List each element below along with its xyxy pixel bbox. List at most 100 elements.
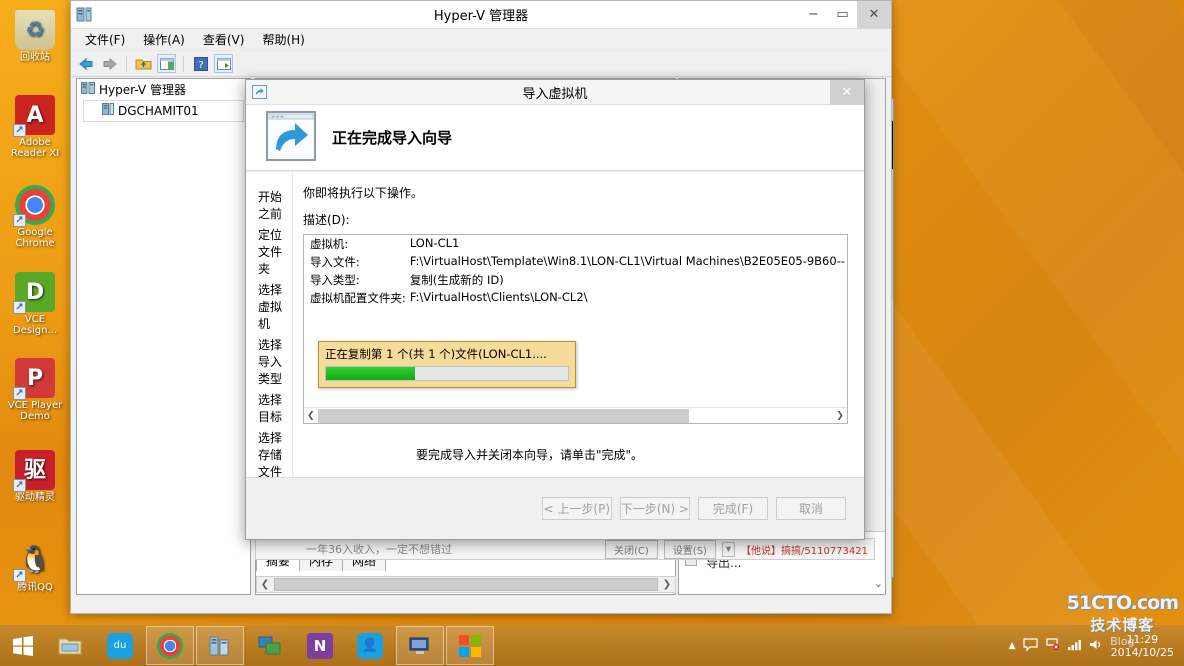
baidu-netdisk-icon: du — [107, 632, 133, 659]
adobe-reader-icon: A ↗ — [13, 95, 55, 137]
taskbar-windows-store[interactable] — [446, 626, 494, 665]
wizard-details-box[interactable]: 虚拟机: LON-CL1 导入文件: F:\VirtualHost\Template\… — [302, 234, 848, 424]
hyperv-titlebar[interactable]: Hyper-V 管理器 − ▭ ✕ — [71, 0, 891, 29]
qq-popup-fragment[interactable]: 一年36入收入，一定不想错过 关闭(C) 设置(S) ▾ 【他说】搞搞/5110… — [255, 538, 875, 560]
wizard-step-开始之前[interactable]: 开始之前 — [250, 186, 292, 224]
taskbar-vm-connect[interactable] — [396, 626, 444, 665]
run-icon[interactable] — [214, 54, 233, 73]
detail-value: F:\VirtualHost\Clients\LON-CL2\ — [409, 290, 588, 304]
server-icon — [71, 7, 97, 22]
taskbar-file-explorer[interactable] — [46, 626, 94, 665]
tree-node-dgchamit01[interactable]: DGCHAMIT01 — [83, 100, 244, 122]
back-arrow-icon[interactable] — [77, 54, 96, 73]
taskbar-remote-desktop[interactable] — [246, 626, 294, 665]
taskbar-google-chrome[interactable] — [146, 626, 194, 665]
detail-value: 复制(生成新的 ID) — [409, 273, 504, 287]
svg-text:?: ? — [198, 60, 203, 71]
desktop-icon-label: 回收站 — [20, 52, 50, 63]
signal-icon[interactable] — [1067, 638, 1082, 654]
wallpaper-band-3 — [1000, 0, 1184, 666]
desktop-icon-label: VCE Design... — [12, 314, 58, 336]
details-scroll-thumb[interactable] — [317, 408, 689, 423]
desktop-icon-google-chrome[interactable]: ↗ Google Chrome — [2, 185, 68, 249]
wizard-details-table: 虚拟机: LON-CL1 导入文件: F:\VirtualHost\Template\… — [304, 235, 847, 307]
wizard-step-选择目标[interactable]: 选择目标 — [250, 389, 292, 427]
finish-button[interactable]: 完成(F) — [698, 497, 768, 520]
taskbar-qq-messenger[interactable]: 👤 — [346, 626, 394, 665]
details-scroll-left-arrow[interactable]: ❮ — [304, 411, 318, 421]
details-scroll-track[interactable] — [317, 408, 833, 423]
maximize-button[interactable]: ▭ — [828, 1, 857, 29]
menu-item-查看v[interactable]: 查看(V) — [195, 29, 253, 50]
shortcut-overlay-icon: ↗ — [13, 569, 26, 582]
wizard-step-定位文件夹[interactable]: 定位文件夹 — [250, 224, 292, 279]
minimize-button[interactable]: − — [799, 1, 828, 29]
desktop-icon-recycle-bin[interactable]: ♻ 回收站 — [2, 10, 68, 63]
qq-popup-ad-text: 【他说】搞搞/5110773421 — [741, 545, 868, 557]
hyperv-menubar[interactable]: 文件(F) 操作(A) 查看(V) 帮助(H) — [71, 29, 891, 51]
tree-root-node[interactable]: Hyper-V 管理器 — [77, 79, 250, 100]
remote-desktop-icon — [257, 633, 283, 659]
wizard-footer[interactable]: < 上一步(P) 下一步(N) > 完成(F) 取消 — [246, 477, 864, 539]
taskbar-onenote[interactable]: N — [296, 626, 344, 665]
close-button[interactable]: ✕ — [857, 0, 891, 29]
next-button[interactable]: 下一步(N) > — [619, 497, 690, 520]
google-chrome-icon: ↗ — [13, 185, 55, 227]
wizard-step-list[interactable]: 开始之前定位文件夹选择虚拟机选择导入类型选择目标选择存储文件夹摘要 — [246, 172, 293, 520]
help-icon[interactable]: ? — [191, 54, 210, 73]
detail-row: 虚拟机: LON-CL1 — [304, 235, 847, 253]
toolbar-separator-1 — [126, 55, 127, 72]
qq-popup-dropdown-button[interactable]: ▾ — [721, 541, 735, 557]
hyperv-window-title: Hyper-V 管理器 — [433, 9, 529, 24]
previous-button[interactable]: < 上一步(P) — [541, 497, 612, 520]
qq-popup-close-button[interactable]: 关闭(C) — [605, 539, 658, 559]
desktop-icon-adobe-reader[interactable]: A ↗ Adobe Reader XI — [2, 95, 68, 159]
windows-start-icon[interactable] — [0, 625, 46, 666]
show-pane-icon[interactable] — [157, 54, 176, 73]
desktop-icon-tencent-qq[interactable]: 🐧 ↗ 腾讯QQ — [2, 540, 68, 593]
scroll-left-arrow[interactable]: ❮ — [257, 579, 273, 590]
show-hidden-icon[interactable]: ▲ — [1009, 641, 1016, 651]
desktop-icon-vce-designer[interactable]: D ↗ VCE Design... — [2, 272, 68, 336]
import-vm-wizard-dialog[interactable]: 导入虚拟机 ✕ 正在完成导入向导 开始之前 定位文件夹 选择虚拟机 选择导入类型 选择目… — [245, 79, 865, 540]
menu-item-操作a[interactable]: 操作(A) — [135, 29, 193, 50]
hyperv-toolbar[interactable]: ? — [71, 51, 891, 77]
taskbar-items[interactable]: du N 👤 — [46, 626, 494, 665]
qq-popup-settings-button[interactable]: 设置(S) — [663, 539, 716, 559]
menu-item-文件f[interactable]: 文件(F) — [77, 29, 133, 50]
volume-icon[interactable] — [1089, 638, 1104, 654]
shortcut-overlay-icon: ↗ — [13, 124, 26, 137]
copy-progress-fill — [325, 367, 416, 380]
desktop-icon-driver-genius[interactable]: 驱 ↗ 驱动精灵 — [2, 450, 68, 503]
scroll-right-arrow[interactable]: ❯ — [659, 579, 675, 590]
hyperv-navigation-tree[interactable]: Hyper-V 管理器 DGCHAMIT01 — [76, 78, 251, 595]
desktop-icon-vce-player[interactable]: P ↗ VCE Player Demo — [2, 358, 68, 422]
forward-arrow-icon[interactable] — [100, 54, 119, 73]
shortcut-overlay-icon: ↗ — [13, 214, 26, 227]
watermark-line1: 51CTO.com — [1066, 592, 1179, 614]
system-tray[interactable]: ▲ 11:29 2014/10/25 — [1009, 633, 1184, 659]
detail-row: 导入类型: 复制(生成新的 ID) — [304, 271, 847, 289]
network-flag-icon[interactable] — [1045, 637, 1060, 654]
detail-label: 导入文件: — [309, 255, 360, 269]
wizard-step-选择虚拟机[interactable]: 选择虚拟机 — [250, 279, 292, 334]
chevron-down-icon[interactable]: ⌄ — [874, 577, 883, 590]
details-horizontal-scrollbar[interactable]: ❮ ❯ — [303, 407, 847, 423]
wizard-step-选择导入类型[interactable]: 选择导入类型 — [250, 334, 292, 389]
hyperv-horizontal-scrollbar[interactable]: ❮ ❯ — [256, 576, 676, 593]
taskbar-baidu-netdisk[interactable]: du — [96, 626, 144, 665]
detail-value: F:\VirtualHost\Template\Win8.1\LON-CL1\V… — [409, 254, 845, 268]
action-center-icon[interactable] — [1022, 637, 1038, 654]
file-explorer-icon — [57, 633, 83, 659]
menu-item-帮助h[interactable]: 帮助(H) — [254, 29, 312, 50]
up-folder-icon[interactable] — [134, 54, 153, 73]
taskbar-clock[interactable]: 11:29 2014/10/25 — [1111, 633, 1178, 659]
wizard-titlebar[interactable]: 导入虚拟机 ✕ — [246, 79, 864, 105]
taskbar[interactable]: du N 👤 ▲ 11:29 2014/10/25 — [0, 625, 1184, 666]
scroll-thumb[interactable] — [274, 578, 658, 591]
taskbar-hyperv-manager[interactable] — [196, 626, 244, 665]
tree-root-label: Hyper-V 管理器 — [99, 83, 186, 97]
details-scroll-right-arrow[interactable]: ❯ — [833, 411, 847, 421]
detail-label: 虚拟机配置文件夹: — [309, 291, 406, 305]
cancel-button[interactable]: 取消 — [776, 497, 846, 520]
